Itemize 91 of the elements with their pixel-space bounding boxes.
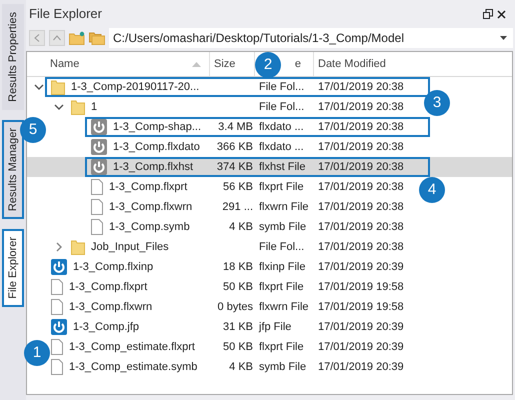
file-size: 4 KB xyxy=(229,220,253,235)
file-type: flxwrn File xyxy=(258,200,310,215)
file-name: 1-3_Comp.symb xyxy=(109,220,190,235)
document-icon xyxy=(91,199,103,215)
file-name: 1 xyxy=(91,100,98,115)
power-icon xyxy=(51,259,67,275)
file-date: 17/01/2019 20:38 xyxy=(317,240,404,255)
side-tab[interactable]: File Explorer xyxy=(2,229,24,307)
file-type: jfp File xyxy=(258,320,292,335)
file-size: 3.4 MB xyxy=(218,120,253,135)
file-date: 17/01/2019 19:58 xyxy=(317,280,404,295)
file-date: 17/01/2019 20:38 xyxy=(317,100,404,115)
document-icon xyxy=(51,299,63,315)
new-folder-icon[interactable] xyxy=(69,31,85,45)
back-icon xyxy=(34,34,40,42)
file-size: 0 bytes xyxy=(218,300,253,315)
column-header[interactable]: Name xyxy=(50,56,80,72)
close-icon[interactable] xyxy=(497,10,506,18)
side-tab[interactable]: Results Properties xyxy=(2,4,24,110)
file-type: flxinp File xyxy=(258,260,306,275)
file-size: 291 ... xyxy=(222,200,253,215)
file-name: 1-3_Comp-shap... xyxy=(113,120,202,135)
file-name: 1-3_Comp.flxinp xyxy=(73,260,154,275)
back-button[interactable] xyxy=(29,30,45,46)
file-size: 366 KB xyxy=(216,140,253,155)
file-name: 1-3_Comp.flxwrn xyxy=(109,200,192,215)
file-name: 1-3_Comp.flxprt xyxy=(109,180,188,195)
file-size: 18 KB xyxy=(223,260,253,275)
document-icon xyxy=(91,179,103,195)
document-icon xyxy=(51,359,63,375)
folder-icon xyxy=(71,239,85,255)
file-name: 1-3_Comp_estimate.symb xyxy=(69,360,198,375)
file-date: 17/01/2019 20:38 xyxy=(317,200,404,215)
file-size: 4 KB xyxy=(229,360,253,375)
file-type: flxwrn File xyxy=(258,300,310,315)
file-date: 17/01/2019 20:38 xyxy=(317,140,404,155)
file-size: 56 KB xyxy=(223,180,253,195)
folder-icon xyxy=(71,99,85,115)
selected-row[interactable]: 1-3_Comp.flxhst 374 KB flxhst File 17/01/2019 20:38 xyxy=(27,157,512,177)
power-icon xyxy=(91,139,107,155)
column-header[interactable]: Date Modified xyxy=(318,56,386,72)
panel-title: File Explorer xyxy=(29,5,102,24)
file-type: symb File xyxy=(258,360,308,375)
folders-icon[interactable] xyxy=(89,31,105,45)
dropdown-icon xyxy=(500,36,507,40)
document-icon xyxy=(91,219,103,235)
file-type: flxhst File xyxy=(258,160,306,175)
file-name: 1-3_Comp.flxprt xyxy=(69,280,148,295)
file-type: symb File xyxy=(258,220,308,235)
path-field[interactable]: C:/Users/omashari/Desktop/Tutorials/1-3_Comp/Model xyxy=(109,28,513,48)
power-icon xyxy=(91,159,107,175)
column-header[interactable]: e xyxy=(294,56,301,72)
file-type: File Fol... xyxy=(258,240,306,255)
up-icon xyxy=(53,35,61,41)
side-tab[interactable]: Results Manager xyxy=(2,120,24,220)
file-date: 17/01/2019 20:39 xyxy=(317,340,404,355)
file-date: 17/01/2019 19:58 xyxy=(317,300,404,315)
column-header[interactable]: Size xyxy=(214,56,236,72)
file-size: 374 KB xyxy=(216,160,253,175)
file-date: 17/01/2019 20:39 xyxy=(317,260,404,275)
restore-icon[interactable] xyxy=(483,9,493,19)
file-type: flxdato ... xyxy=(258,140,305,155)
file-type: File Fol... xyxy=(258,100,306,115)
file-type: flxprt File xyxy=(258,280,305,295)
folder-icon xyxy=(51,79,65,95)
file-date: 17/01/2019 20:38 xyxy=(317,120,404,135)
file-size: 31 KB xyxy=(223,320,253,335)
file-date: 17/01/2019 20:38 xyxy=(317,160,404,175)
file-name: 1-3_Comp.flxdato xyxy=(113,140,200,155)
file-size: 50 KB xyxy=(223,280,253,295)
power-icon xyxy=(51,319,67,335)
file-name: 1-3_Comp.jfp xyxy=(73,320,140,335)
sort-up-icon xyxy=(192,62,201,66)
file-type: File Fol... xyxy=(258,80,306,95)
file-name: 1-3_Comp.flxhst xyxy=(113,160,194,175)
file-name: 1-3_Comp.flxwrn xyxy=(69,300,152,315)
file-name: Job_Input_Files xyxy=(91,240,169,255)
file-date: 17/01/2019 20:38 xyxy=(317,220,404,235)
up-button[interactable] xyxy=(49,30,65,46)
file-size: 50 KB xyxy=(223,340,253,355)
document-icon xyxy=(51,279,63,295)
file-name: 1-3_Comp_estimate.flxprt xyxy=(69,340,195,355)
file-type: flxprt File xyxy=(258,180,305,195)
power-icon xyxy=(91,119,107,135)
file-date: 17/01/2019 20:38 xyxy=(317,80,404,95)
file-type: flxprt File xyxy=(258,340,305,355)
file-type: flxdato ... xyxy=(258,120,305,135)
file-date: 17/01/2019 20:39 xyxy=(317,320,404,335)
file-date: 17/01/2019 20:38 xyxy=(317,180,404,195)
file-date: 17/01/2019 20:39 xyxy=(317,360,404,375)
file-name: 1-3_Comp-20190117-20... xyxy=(71,80,200,95)
